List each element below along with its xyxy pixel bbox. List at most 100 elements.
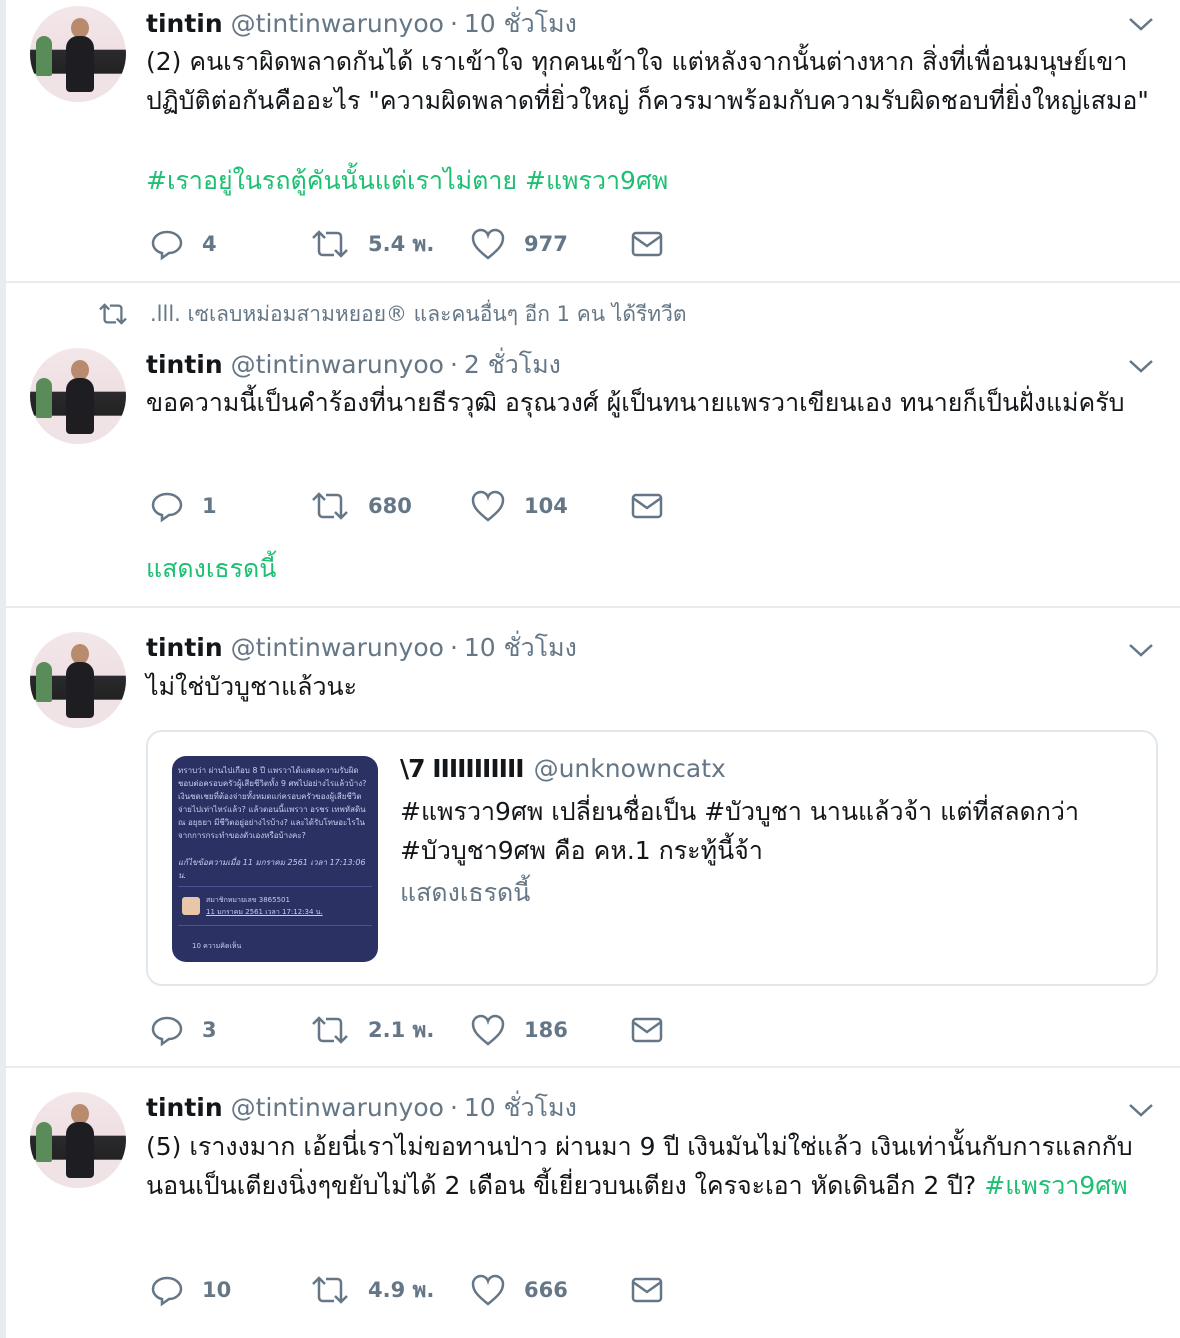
reply-icon <box>151 230 183 261</box>
quoted-show-thread-link[interactable]: แสดงเธรดนี้ <box>400 873 530 913</box>
retweet-button[interactable]: 680 <box>310 486 412 526</box>
tweet-actions: 10 4.9 พ. 666 <box>146 1270 686 1310</box>
chevron-down-icon[interactable] <box>1126 14 1156 34</box>
like-button[interactable]: 104 <box>470 486 568 526</box>
quoted-author-name: \7 IIIIIIIIIII <box>400 754 525 783</box>
author-handle[interactable]: @tintinwarunyoo <box>231 1093 444 1122</box>
quoted-text-line-1: #แพรวา9ศพ เปลี่ยนชื่อเป็น #บัวบูชา นานแล… <box>400 797 1080 826</box>
tweet-hashtag[interactable]: #แพรวา9ศพ <box>984 1171 1127 1200</box>
member-avatar <box>182 897 200 915</box>
chevron-down-icon[interactable] <box>1126 1100 1156 1120</box>
tweet-actions: 4 5.4 พ. 977 <box>146 224 686 264</box>
tweet-hashtags[interactable]: #เราอยู่ในรถตู้คันนั้นแต่เราไม่ตาย #แพรว… <box>146 161 1166 200</box>
tweet[interactable]: tintin @tintinwarunyoo · 10 ชั่วโมง ไม่ใ… <box>6 608 1180 1068</box>
reply-count: 3 <box>202 1018 217 1042</box>
retweet-button[interactable]: 2.1 พ. <box>310 1010 434 1050</box>
retweet-count: 4.9 พ. <box>368 1277 435 1302</box>
reply-button[interactable]: 3 <box>150 1010 217 1050</box>
retweet-context[interactable]: .lll. เซเลบหม่อมสามหยอย® และคนอื่นๆ อีก … <box>96 299 687 329</box>
quoted-tweet-text: #แพรวา9ศพ เปลี่ยนชื่อเป็น #บัวบูชา นานแล… <box>400 792 1140 870</box>
tweet-text: ขอความนี้เป็นคำร้องที่นายธีรวุฒิ อรุณวงศ… <box>146 388 1125 417</box>
reply-button[interactable]: 4 <box>150 224 217 264</box>
member-post-date: 11 มกราคม 2561 เวลา 17:12:34 น. <box>206 908 323 916</box>
tweet-timestamp[interactable]: 10 ชั่วโมง <box>464 4 577 44</box>
tweet-text: ไม่ใช่บัวบูชาแล้วนะ <box>146 672 357 701</box>
like-button[interactable]: 666 <box>470 1270 568 1310</box>
quoted-text-line-2: #บัวบูชา9ศพ คือ คห.1 กระทู้นี้จ้า <box>400 836 763 865</box>
reply-count: 1 <box>202 494 217 518</box>
author-name[interactable]: tintin <box>146 350 223 379</box>
message-icon <box>631 493 663 519</box>
tweet-actions: 3 2.1 พ. 186 <box>146 1010 686 1050</box>
direct-message-button[interactable] <box>630 486 664 526</box>
retweet-count: 5.4 พ. <box>368 231 435 256</box>
author-handle[interactable]: @tintinwarunyoo <box>231 350 444 379</box>
retweet-icon <box>312 230 348 258</box>
retweet-button[interactable]: 4.9 พ. <box>310 1270 434 1310</box>
direct-message-button[interactable] <box>630 1010 664 1050</box>
reply-count: 10 <box>202 1278 232 1302</box>
message-icon <box>631 1277 663 1303</box>
like-count: 104 <box>524 494 568 518</box>
tweet[interactable]: .lll. เซเลบหม่อมสามหยอย® และคนอื่นๆ อีก … <box>6 283 1180 608</box>
tweet-text: (5) เรางงมาก เอ้ยนี่เราไม่ขอทานป่าว ผ่าน… <box>146 1127 1166 1205</box>
avatar[interactable] <box>30 6 126 102</box>
avatar[interactable] <box>30 348 126 444</box>
direct-message-button[interactable] <box>630 224 664 264</box>
reply-icon <box>151 1276 183 1307</box>
avatar[interactable] <box>30 1092 126 1188</box>
show-thread-link[interactable]: แสดงเธรดนี้ <box>146 549 276 589</box>
author-name[interactable]: tintin <box>146 633 223 662</box>
quoted-image-text: ทราบว่า ผ่านไปเกือบ 8 ปี แพรวาได้แสดงควา… <box>178 766 367 840</box>
tweet-header: tintin @tintinwarunyoo · 10 ชั่วโมง <box>146 1088 577 1122</box>
like-button[interactable]: 977 <box>470 224 568 264</box>
member-id: สมาชิกหมายเลข 3865501 <box>206 896 290 904</box>
like-count: 186 <box>524 1018 568 1042</box>
author-handle[interactable]: @tintinwarunyoo <box>231 633 444 662</box>
separator-dot: · <box>449 9 458 38</box>
like-button[interactable]: 186 <box>470 1010 568 1050</box>
retweet-icon <box>312 1276 348 1304</box>
author-name[interactable]: tintin <box>146 9 223 38</box>
quoted-image-edit-note: แก้ไขข้อความเมื่อ 11 มกราคม 2561 เวลา 17… <box>178 858 366 880</box>
direct-message-button[interactable] <box>630 1270 664 1310</box>
tweet[interactable]: tintin @tintinwarunyoo · 10 ชั่วโมง (5) … <box>6 1068 1180 1338</box>
quoted-image-member-row: สมาชิกหมายเลข 3865501 11 มกราคม 2561 เวล… <box>178 886 372 926</box>
tweet-timestamp[interactable]: 10 ชั่วโมง <box>464 1088 577 1128</box>
reply-button[interactable]: 1 <box>150 486 217 526</box>
retweet-button[interactable]: 5.4 พ. <box>310 224 434 264</box>
avatar[interactable] <box>30 632 126 728</box>
like-icon <box>471 1274 505 1306</box>
message-icon <box>631 1017 663 1043</box>
quoted-tweet-image[interactable]: ทราบว่า ผ่านไปเกือบ 8 ปี แพรวาได้แสดงควา… <box>172 756 378 962</box>
reply-icon <box>151 1016 183 1047</box>
reply-icon <box>151 492 183 523</box>
retweet-count: 2.1 พ. <box>368 1017 435 1042</box>
like-count: 666 <box>524 1278 568 1302</box>
retweet-context-text: .lll. เซเลบหม่อมสามหยอย® และคนอื่นๆ อีก … <box>150 301 687 326</box>
separator-dot: · <box>449 633 458 662</box>
separator-dot: · <box>449 1093 458 1122</box>
quoted-image-footer: 10 ความคิดเห็น <box>192 942 242 950</box>
quoted-tweet-card[interactable]: ทราบว่า ผ่านไปเกือบ 8 ปี แพรวาได้แสดงควา… <box>146 730 1158 986</box>
retweet-icon <box>312 492 348 520</box>
tweet-timestamp[interactable]: 10 ชั่วโมง <box>464 628 577 668</box>
chevron-down-icon[interactable] <box>1126 356 1156 376</box>
author-name[interactable]: tintin <box>146 1093 223 1122</box>
tweet-header: tintin @tintinwarunyoo · 10 ชั่วโมง <box>146 628 577 662</box>
tweet-timestamp[interactable]: 2 ชั่วโมง <box>464 345 561 385</box>
tweet-text: (2) คนเราผิดพลาดกันได้ เราเข้าใจ ทุกคนเข… <box>146 47 1149 115</box>
quoted-tweet-header: \7 IIIIIIIIIII @unknowncatx <box>400 754 726 783</box>
tweet[interactable]: tintin @tintinwarunyoo · 10 ชั่วโมง (2) … <box>6 0 1180 283</box>
retweet-icon <box>312 1016 348 1044</box>
tweet-header: tintin @tintinwarunyoo · 2 ชั่วโมง <box>146 345 561 379</box>
reply-count: 4 <box>202 232 217 256</box>
message-icon <box>631 231 663 257</box>
author-handle[interactable]: @tintinwarunyoo <box>231 9 444 38</box>
tweet-actions: 1 680 104 <box>146 486 686 526</box>
reply-button[interactable]: 10 <box>150 1270 231 1310</box>
tweet-header: tintin @tintinwarunyoo · 10 ชั่วโมง <box>146 4 577 38</box>
chevron-down-icon[interactable] <box>1126 640 1156 660</box>
separator-dot: · <box>449 350 458 379</box>
like-icon <box>471 490 505 522</box>
